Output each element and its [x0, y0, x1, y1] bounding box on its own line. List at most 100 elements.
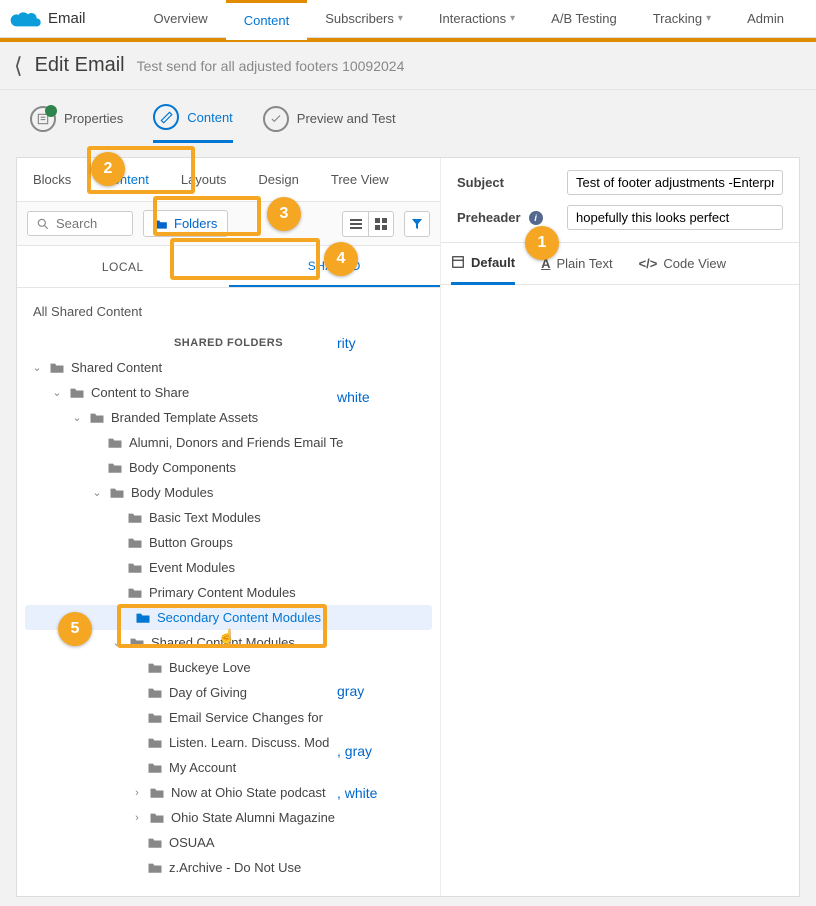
nav-content[interactable]: Content [226, 0, 308, 38]
search-box[interactable] [27, 211, 133, 236]
chevron-down-icon: ⌄ [91, 486, 103, 499]
tree-item[interactable]: Button Groups [17, 530, 440, 555]
top-navigation: Email Overview Content Subscribers▾ Inte… [0, 0, 816, 38]
tree-item[interactable]: ⌄Branded Template Assets [17, 405, 440, 430]
chevron-right-icon: › [131, 812, 143, 824]
preheader-label-group: Preheader i [457, 210, 557, 225]
tree-label: Shared Content [71, 360, 162, 375]
tree-item[interactable]: Email Service Changes for [17, 705, 440, 730]
properties-icon [30, 106, 56, 132]
chevron-down-icon: ▾ [398, 13, 403, 24]
tree-item[interactable]: Day of Giving [17, 680, 440, 705]
nav-ab-testing[interactable]: A/B Testing [533, 0, 635, 38]
step-content[interactable]: Content [153, 104, 233, 143]
folder-icon [149, 786, 165, 799]
page-subtitle: Test send for all adjusted footers 10092… [137, 58, 405, 74]
local-shared-tabs: LOCAL SHARED [17, 246, 440, 288]
tree-label: Content to Share [91, 385, 189, 400]
left-panel: Blocks Content Layouts Design Tree View … [17, 158, 441, 896]
subtab-layouts[interactable]: Layouts [165, 158, 243, 202]
subtab-blocks[interactable]: Blocks [17, 158, 87, 202]
tree-label: Primary Content Modules [149, 585, 296, 600]
folder-icon [147, 686, 163, 699]
subtab-treeview[interactable]: Tree View [315, 158, 405, 202]
info-icon[interactable]: i [529, 211, 543, 225]
tree-item[interactable]: › Now at Ohio State podcast [17, 780, 440, 805]
tab-local[interactable]: LOCAL [17, 246, 229, 287]
content-icon [153, 104, 179, 130]
list-view-button[interactable] [342, 211, 368, 237]
tree-item[interactable]: Primary Content Modules [17, 580, 440, 605]
folder-icon [107, 436, 123, 449]
tree-label: Buckeye Love [169, 660, 251, 675]
tree-label: Now at Ohio State podcast [171, 785, 326, 800]
grid-view-button[interactable] [368, 211, 394, 237]
sub-tabs: Blocks Content Layouts Design Tree View [17, 158, 440, 202]
folder-icon [127, 561, 143, 574]
tree-label: Email Service Changes for [169, 710, 323, 725]
tree-item[interactable]: › Ohio State Alumni Magazine [17, 805, 440, 830]
step-label: Preview and Test [297, 111, 396, 126]
nav-tracking[interactable]: Tracking ▾ [635, 0, 729, 38]
folder-icon [127, 536, 143, 549]
filter-button[interactable] [404, 211, 430, 237]
chevron-down-icon: ▾ [706, 13, 711, 24]
subtab-design[interactable]: Design [242, 158, 314, 202]
step-preview[interactable]: Preview and Test [263, 106, 396, 142]
tree-item[interactable]: ⌄Content to Share [17, 380, 440, 405]
tree-item[interactable]: Listen. Learn. Discuss. Mod [17, 730, 440, 755]
nav-interactions[interactable]: Interactions▾ [421, 0, 533, 38]
folder-tree: All Shared Content SHARED FOLDERS ⌄ Share… [17, 288, 440, 896]
tree-item[interactable]: ⌄Body Modules [17, 480, 440, 505]
tree-label: Day of Giving [169, 685, 247, 700]
tree-item[interactable]: Buckeye Love [17, 655, 440, 680]
tree-item[interactable]: My Account [17, 755, 440, 780]
step-label: Content [187, 110, 233, 125]
nav-admin[interactable]: Admin [729, 0, 802, 38]
nav-label: Subscribers [325, 11, 394, 26]
tree-item[interactable]: Alumni, Donors and Friends Email Te [17, 430, 440, 455]
shared-folders-header: SHARED FOLDERS [17, 325, 440, 355]
nav-overview[interactable]: Overview [136, 0, 226, 38]
nav-label: Interactions [439, 11, 506, 26]
subject-input[interactable] [567, 170, 783, 195]
tree-label: Alumni, Donors and Friends Email Te [129, 435, 343, 450]
folder-icon [49, 361, 65, 374]
chevron-right-icon: › [131, 787, 143, 799]
preview-icon [263, 106, 289, 132]
step-properties[interactable]: Properties [30, 106, 123, 142]
step-label: Properties [64, 111, 123, 126]
tree-label: Button Groups [149, 535, 233, 550]
tree-item[interactable]: Basic Text Modules [17, 505, 440, 530]
tree-item[interactable]: Body Components [17, 455, 440, 480]
nav-items: Overview Content Subscribers ▾ Interactio… [136, 0, 802, 38]
callout-3: 3 [267, 197, 301, 231]
view-label: Plain Text [556, 256, 612, 271]
tree-item[interactable]: ⌄ Shared Content [17, 355, 440, 380]
folder-icon [147, 736, 163, 749]
right-panel: Subject Preheader i Default A Plain Text… [441, 158, 799, 896]
folder-icon [69, 386, 85, 399]
back-arrow-icon[interactable]: ⟨ [14, 53, 23, 79]
search-input[interactable] [56, 216, 116, 231]
tree-item[interactable]: z.Archive - Do Not Use [17, 855, 440, 880]
nav-label: Tracking [653, 11, 702, 26]
page-title: Edit Email [35, 54, 125, 77]
chevron-down-icon: ⌄ [31, 361, 43, 374]
tree-label: Secondary Content Modules [157, 610, 321, 625]
preheader-input[interactable] [567, 205, 783, 230]
viewtab-default[interactable]: Default [451, 243, 515, 285]
tree-label: Ohio State Alumni Magazine [171, 810, 335, 825]
tree-item[interactable]: Event Modules [17, 555, 440, 580]
folder-icon [109, 486, 125, 499]
tree-label: Listen. Learn. Discuss. Mod [169, 735, 329, 750]
all-shared-content[interactable]: All Shared Content [17, 298, 440, 325]
tree-item[interactable]: OSUAA [17, 830, 440, 855]
nav-subscribers[interactable]: Subscribers ▾ [307, 0, 421, 38]
folders-label: Folders [174, 216, 217, 231]
view-tabs: Default A Plain Text </> Code View [441, 243, 799, 285]
view-label: Code View [663, 256, 726, 271]
folders-button[interactable]: Folders [143, 210, 228, 237]
viewtab-code[interactable]: </> Code View [639, 243, 726, 285]
folder-icon [107, 461, 123, 474]
